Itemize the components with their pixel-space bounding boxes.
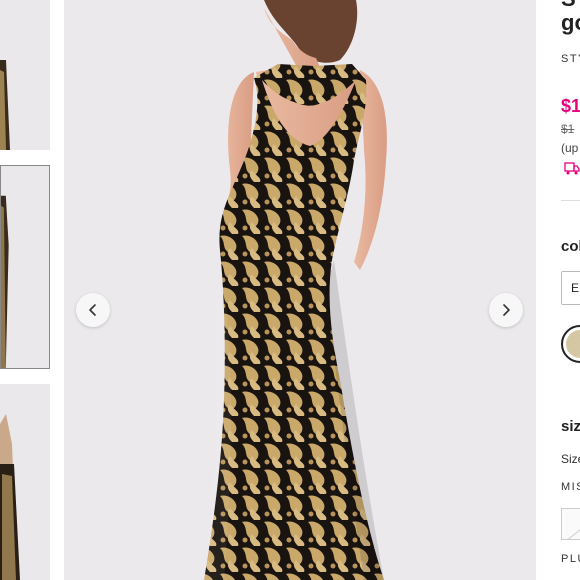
size-guide-link[interactable]: Size: [561, 452, 580, 466]
thumbnail-3[interactable]: [0, 384, 50, 580]
sale-price: $1: [561, 96, 580, 116]
prev-image-button[interactable]: [76, 293, 110, 327]
truck-icon: [564, 162, 580, 175]
thumbnail-2[interactable]: [0, 165, 50, 369]
next-image-button[interactable]: [489, 293, 523, 327]
color-swatch-gold[interactable]: [561, 325, 580, 363]
misses-size-label: MIS: [561, 481, 580, 493]
swatch-fill: [566, 330, 580, 358]
color-select[interactable]: E: [561, 271, 580, 305]
original-price: $1: [561, 122, 575, 136]
style-number: STY: [561, 53, 580, 65]
thumbnail-1[interactable]: [0, 0, 50, 150]
chevron-right-icon: [503, 304, 510, 316]
size-option-unavailable[interactable]: [561, 508, 580, 540]
price-note: (up: [561, 141, 579, 155]
plus-size-label: PLU: [561, 553, 580, 565]
chevron-left-icon: [89, 304, 96, 316]
dress-photo: [64, 0, 536, 580]
thumbnail-strip: [0, 0, 50, 580]
main-product-image: [64, 0, 536, 580]
product-details-panel: S go STY $1 $1 (up col E siz Size MIS PL…: [548, 0, 580, 580]
color-select-value: E: [571, 281, 580, 295]
product-title-line1: S: [561, 0, 576, 10]
size-heading: siz: [561, 418, 580, 435]
section-divider: [561, 200, 580, 201]
color-heading: col: [561, 238, 580, 255]
product-title-line2: go: [561, 10, 580, 35]
